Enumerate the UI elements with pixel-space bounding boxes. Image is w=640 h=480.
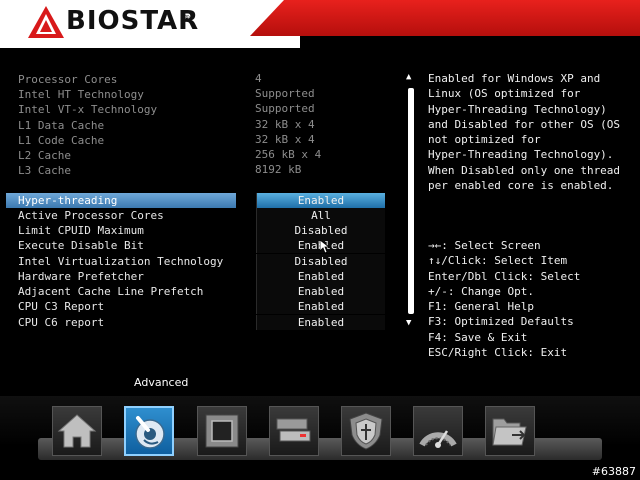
brand-name: BIOSTAR [66, 6, 200, 36]
key-hint: Enter/Dbl Click: Select [428, 269, 581, 283]
info-value: Supported [255, 102, 315, 115]
info-row: L1 Data Cache [18, 118, 104, 133]
key-hint: +/-: Change Opt. [428, 284, 534, 298]
active-tab-label: Advanced [134, 376, 189, 389]
help-line: Hyper-Threading Technology) [428, 102, 607, 116]
option-value[interactable]: Disabled [256, 223, 385, 238]
help-panel: Enabled for Windows XP and Linux (OS opt… [428, 71, 628, 193]
option-row-cpu-c3-report[interactable]: CPU C3 Report Enabled [18, 299, 388, 314]
help-line: and Disabled for other OS (OS [428, 117, 621, 131]
header-red-band [250, 0, 640, 36]
header: BIOSTAR ® [0, 0, 640, 48]
help-line: not optimized for [428, 133, 541, 147]
o-n-e-icon [419, 430, 457, 448]
info-value: 256 kB x 4 [255, 148, 322, 161]
save-exit-nav-button[interactable] [485, 406, 535, 456]
option-row-hyper-threading[interactable]: Hyper-threading Enabled [6, 193, 388, 208]
option-row-adjacent-cache-line[interactable]: Adjacent Cache Line Prefetch Enabled [18, 284, 388, 299]
biostar-logo-icon [28, 6, 64, 38]
option-label: Hyper-threading [18, 194, 118, 207]
save-exit-icon [492, 418, 527, 446]
scroll-up-arrow-icon[interactable]: ▲ [406, 72, 411, 82]
info-row: Intel VT-x Technology [18, 102, 157, 117]
info-value: 8192 kB [255, 163, 302, 176]
option-value[interactable]: Enabled [256, 269, 385, 284]
info-label: L3 Cache [18, 164, 71, 177]
boot-nav-button[interactable] [269, 406, 319, 456]
option-value[interactable]: Enabled [256, 299, 385, 314]
info-value: 4 [255, 72, 262, 85]
brand-registered-mark: ® [183, 14, 191, 23]
watermark: #63887 [591, 465, 636, 478]
help-line: Linux (OS optimized for [428, 87, 581, 101]
scrollbar-thumb[interactable] [408, 88, 414, 314]
info-row: L3 Cache [18, 163, 71, 178]
info-label: L1 Code Cache [18, 134, 105, 147]
option-label: Active Processor Cores [18, 209, 164, 222]
key-hint: F4: Save & Exit [428, 330, 528, 344]
key-hint: F3: Optimized Defaults [428, 315, 574, 329]
info-label: L1 Data Cache [18, 119, 105, 132]
key-hint: ESC/Right Click: Exit [428, 346, 568, 360]
home-nav-button[interactable] [52, 406, 102, 456]
key-hint: F1: General Help [428, 300, 534, 314]
option-row-cpu-c6-report[interactable]: CPU C6 report Enabled [18, 315, 388, 330]
help-line: When Disabled only one thread [428, 163, 621, 177]
option-row-hardware-prefetcher[interactable]: Hardware Prefetcher Enabled [18, 269, 388, 284]
key-hint: ↑↓/Click: Select Item [428, 254, 568, 268]
key-hint: →←: Select Screen [428, 239, 541, 252]
option-label: Adjacent Cache Line Prefetch [18, 285, 204, 298]
option-label: CPU C3 Report [18, 300, 105, 313]
help-line: Enabled for Windows XP and [428, 72, 601, 85]
boot-icon [276, 418, 311, 442]
info-row: L2 Cache [18, 148, 71, 163]
info-label: Intel HT Technology [18, 88, 144, 101]
info-row: L1 Code Cache [18, 133, 104, 148]
scroll-down-arrow-icon[interactable]: ▼ [406, 318, 411, 328]
option-row-intel-virtualization[interactable]: Intel Virtualization Technology Disabled [18, 254, 388, 269]
info-value: 32 kB x 4 [255, 133, 315, 146]
option-label: CPU C6 report [18, 316, 105, 329]
option-value[interactable]: Enabled [256, 193, 385, 208]
home-icon [57, 414, 97, 448]
info-label: L2 Cache [18, 149, 71, 162]
info-value: Supported [255, 87, 315, 100]
mouse-cursor-icon [320, 240, 330, 254]
o-n-e-nav-button[interactable] [413, 406, 463, 456]
key-legend: →←: Select Screen ↑↓/Click: Select Item … [428, 238, 580, 360]
option-row-limit-cpuid[interactable]: Limit CPUID Maximum Disabled [18, 223, 388, 238]
info-row: Processor Cores [18, 72, 117, 87]
security-nav-button[interactable] [341, 406, 391, 456]
info-row: Intel HT Technology [18, 87, 144, 102]
option-value[interactable]: Enabled [256, 315, 385, 330]
chipset-icon [205, 414, 239, 448]
help-line: Hyper-Threading Technology). [428, 148, 614, 162]
option-row-active-processor-cores[interactable]: Active Processor Cores All [18, 208, 388, 223]
info-label: Intel VT-x Technology [18, 103, 158, 116]
option-row-execute-disable-bit[interactable]: Execute Disable Bit Enabled [18, 238, 388, 253]
security-icon [349, 412, 383, 450]
option-label: Execute Disable Bit [18, 239, 144, 252]
option-value[interactable]: Disabled [256, 254, 385, 269]
advanced-icon [135, 416, 165, 449]
option-value[interactable]: All [256, 208, 385, 223]
option-value[interactable]: Enabled [256, 284, 385, 299]
option-label: Intel Virtualization Technology [18, 255, 224, 268]
info-value: 32 kB x 4 [255, 118, 315, 131]
chipset-nav-button[interactable] [197, 406, 247, 456]
info-label: Processor Cores [18, 73, 118, 86]
option-label: Limit CPUID Maximum [18, 224, 144, 237]
option-label: Hardware Prefetcher [18, 270, 144, 283]
advanced-nav-button[interactable] [124, 406, 174, 456]
help-line: per enabled core is enabled. [428, 179, 614, 193]
